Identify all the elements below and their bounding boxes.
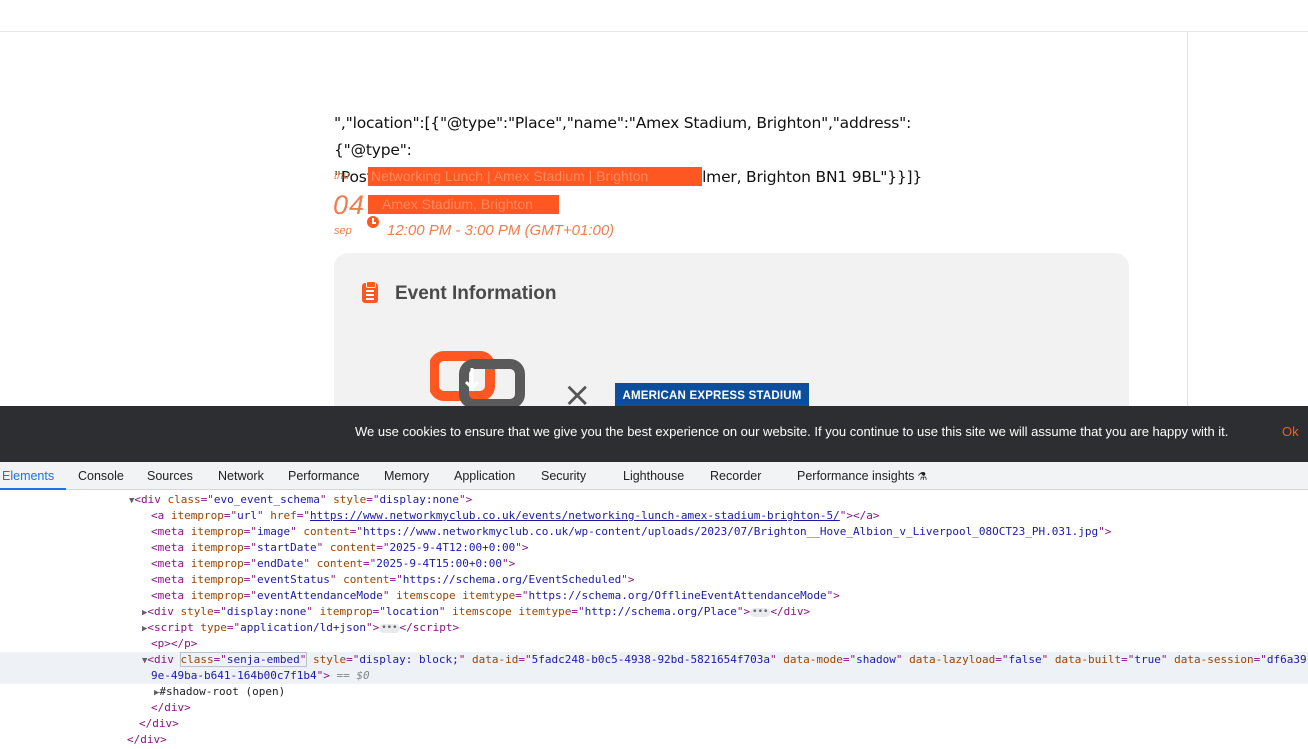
elements-tree: ▼<div class="evo_event_schema" style="di…: [0, 491, 1308, 749]
tree-line-senja-embed[interactable]: ▼<div class="senja-embed" style="display…: [0, 652, 1308, 668]
event-title[interactable]: Networking Lunch | Amex Stadium | Bright…: [368, 167, 702, 186]
flask-icon: ⚗: [917, 470, 928, 483]
tab-performance[interactable]: Performance: [288, 462, 360, 490]
event-information-title: Event Information: [395, 283, 557, 304]
ellipsis-icon[interactable]: •••: [379, 623, 400, 633]
tree-line-location-div[interactable]: ▶<div style="display:none" itemprop="loc…: [0, 604, 1308, 620]
tree-line-attendancemode[interactable]: <meta itemprop="eventAttendanceMode" ite…: [0, 588, 1308, 604]
event-month: sep: [334, 225, 352, 237]
tab-elements[interactable]: Elements: [0, 462, 66, 490]
cookie-notice-text: We use cookies to ensure that we give yo…: [355, 424, 1229, 439]
clipboard-icon: [362, 281, 378, 303]
cookie-notice-bar: We use cookies to ensure that we give yo…: [0, 406, 1308, 462]
tab-security[interactable]: Security: [541, 462, 586, 490]
tree-line-p[interactable]: <p></p>: [0, 636, 1308, 652]
tab-performance-insights-label: Performance insights: [797, 469, 915, 483]
tree-line-startdate[interactable]: <meta itemprop="startDate" content="2025…: [0, 540, 1308, 556]
tree-line-image[interactable]: <meta itemprop="image" content="https://…: [0, 524, 1308, 540]
tree-line-enddate[interactable]: <meta itemprop="endDate" content="2025-9…: [0, 556, 1308, 572]
networkmyclub-logo: [430, 351, 525, 409]
tab-application[interactable]: Application: [454, 462, 515, 490]
clock-icon: [367, 216, 379, 228]
tab-network[interactable]: Network: [218, 462, 264, 490]
tab-console[interactable]: Console: [78, 462, 124, 490]
event-time: 12:00 PM - 3:00 PM (GMT+01:00): [387, 222, 615, 239]
tree-line-senja-embed-cont[interactable]: 9e-49ba-b641-164b00c7f1b4"> == $0: [0, 668, 1308, 684]
tree-link-url[interactable]: https://www.networkmyclub.co.uk/events/n…: [310, 509, 840, 522]
tree-line-schema-div[interactable]: ▼<div class="evo_event_schema" style="di…: [0, 492, 1308, 508]
tree-line-close-div[interactable]: </div>: [0, 732, 1308, 748]
tab-lighthouse[interactable]: Lighthouse: [623, 462, 684, 490]
tab-performance-insights[interactable]: Performance insights ⚗: [797, 462, 927, 490]
tab-memory[interactable]: Memory: [384, 462, 429, 490]
tree-line-shadow-root[interactable]: ▶#shadow-root (open): [0, 684, 1308, 700]
tree-line-eventstatus[interactable]: <meta itemprop="eventStatus" content="ht…: [0, 572, 1308, 588]
tree-line-script[interactable]: ▶<script type="application/ld+json"> ••• <…: [0, 620, 1308, 636]
devtools-tab-bar: Elements Console Sources Network Perform…: [0, 462, 1308, 490]
event-day: thu: [334, 170, 350, 182]
tree-line-url[interactable]: <a itemprop="url" href="https://www.netw…: [0, 508, 1308, 524]
ellipsis-icon[interactable]: •••: [750, 607, 771, 617]
event-venue: Amex Stadium, Brighton: [368, 195, 559, 214]
tree-line-close-div[interactable]: </div>: [0, 716, 1308, 732]
tab-sources[interactable]: Sources: [147, 462, 193, 490]
tree-line-close-div[interactable]: </div>: [0, 700, 1308, 716]
site-header-bar: [0, 0, 1308, 32]
event-information-card: Event Information × AMERICAN EXPRESS STA…: [334, 253, 1129, 423]
schema-text-line1: ","location":[{"@type":"Place","name":"A…: [334, 114, 912, 159]
event-date: 04: [333, 190, 366, 220]
cookie-ok-button[interactable]: Ok: [1282, 424, 1299, 439]
tab-recorder[interactable]: Recorder: [710, 462, 761, 490]
sidebar-divider: [1187, 32, 1188, 407]
